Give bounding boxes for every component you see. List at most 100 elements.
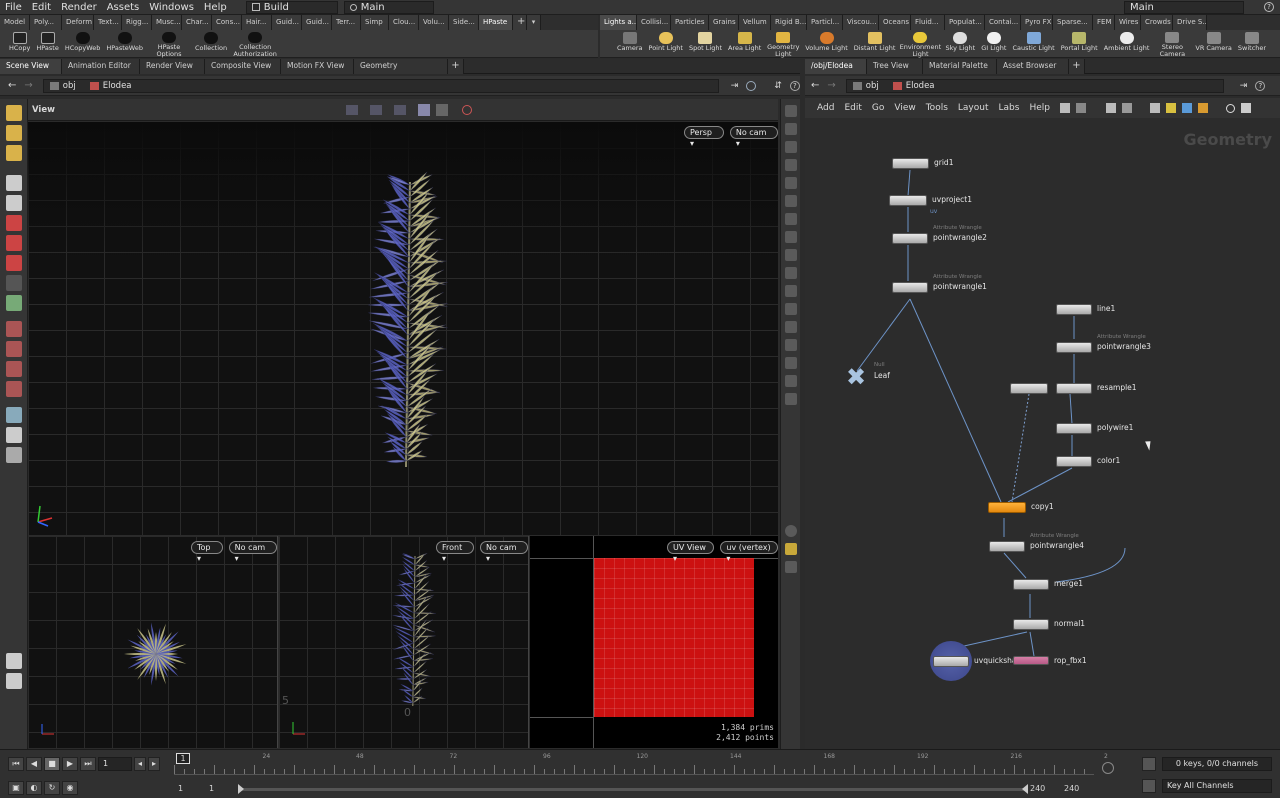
- shelf-tab-hpaste[interactable]: HPaste: [479, 15, 513, 30]
- lock-icon[interactable]: [784, 141, 797, 153]
- node-leaf-icon[interactable]: ✖: [845, 365, 867, 389]
- palette-icon[interactable]: [1197, 103, 1208, 113]
- pin-icon[interactable]: ⇥: [1240, 81, 1248, 91]
- point-icon[interactable]: [784, 285, 797, 297]
- shelf-tab[interactable]: Volu...: [419, 15, 449, 30]
- distant-light-tool[interactable]: Distant Light: [851, 30, 899, 58]
- grid-view-icon[interactable]: [1105, 103, 1116, 113]
- node-grid1[interactable]: [892, 158, 929, 169]
- tab-network[interactable]: /obj/Elodea: [805, 58, 867, 74]
- shelf-tab[interactable]: Grains: [709, 15, 739, 30]
- caustic-light-tool[interactable]: Caustic Light: [1009, 30, 1057, 58]
- ghost-icon[interactable]: [784, 213, 797, 225]
- play-forward-icon[interactable]: ▶: [62, 757, 78, 771]
- display-option-icon[interactable]: [784, 105, 797, 117]
- loop-icon[interactable]: ↻: [44, 781, 60, 795]
- menu-render[interactable]: Render: [56, 0, 102, 15]
- camera-icon[interactable]: [5, 447, 22, 463]
- shelf-tab[interactable]: Wires: [1115, 15, 1141, 30]
- tab-asset-browser[interactable]: Asset Browser: [997, 58, 1069, 74]
- menu-assets[interactable]: Assets: [102, 0, 145, 15]
- shelf-tab-lights[interactable]: Lights a...: [600, 15, 637, 30]
- shelf-tab[interactable]: Terr...: [332, 15, 361, 30]
- help-icon[interactable]: ?: [789, 80, 800, 91]
- node-polywire1[interactable]: [1056, 423, 1092, 434]
- hpasteweb-button[interactable]: HPasteWeb: [103, 30, 146, 58]
- keys-icon[interactable]: [1142, 757, 1156, 771]
- light-bulb-icon[interactable]: [784, 195, 797, 207]
- goto-start-icon[interactable]: ⏮: [8, 757, 24, 771]
- flipbook-icon[interactable]: [5, 673, 22, 689]
- menu-help[interactable]: Help: [1029, 103, 1050, 113]
- gi-light-tool[interactable]: GI Light: [978, 30, 1009, 58]
- realtime-icon[interactable]: ▣: [8, 781, 24, 795]
- desktop-selector[interactable]: Build: [245, 0, 338, 14]
- mesh-icon[interactable]: [784, 267, 797, 279]
- geometry-light-tool[interactable]: Geometry Light: [764, 30, 802, 58]
- uv-attr-button[interactable]: uv (vertex) ▾: [720, 541, 778, 563]
- snap-point-icon[interactable]: [5, 361, 22, 377]
- audio-icon[interactable]: ◐: [26, 781, 42, 795]
- point-light-tool[interactable]: Point Light: [646, 30, 686, 58]
- forward-arrow-icon[interactable]: →: [24, 80, 32, 91]
- tab-material-palette[interactable]: Material Palette: [923, 58, 997, 74]
- stereo-camera-tool[interactable]: Stereo Camera: [1152, 30, 1192, 58]
- front-viewport[interactable]: 5 0 Front ▾ No cam ▾: [279, 536, 529, 748]
- menu-file[interactable]: File: [0, 0, 27, 15]
- layout-icon[interactable]: ⇵: [774, 81, 782, 91]
- info-icon[interactable]: [784, 525, 797, 537]
- shelf-tab[interactable]: Particles: [671, 15, 709, 30]
- top-cam-button[interactable]: No cam ▾: [228, 541, 277, 563]
- node-pointwrangle1[interactable]: [892, 282, 928, 293]
- shelf-tab[interactable]: Oceans: [879, 15, 911, 30]
- shelf-tab[interactable]: Poly...: [30, 15, 62, 30]
- network-editor[interactable]: Geometry grid1 uvproject1 pointwrangle2 Att…: [805, 118, 1280, 749]
- help-icon[interactable]: ?: [1264, 2, 1274, 12]
- tab-animation-editor[interactable]: Animation Editor: [62, 58, 140, 74]
- front-button[interactable]: Front ▾: [436, 541, 475, 563]
- camera-icon[interactable]: [784, 393, 797, 405]
- no-cam-button[interactable]: No cam ▾: [729, 126, 778, 148]
- node-color1[interactable]: [1056, 456, 1092, 467]
- select-icon[interactable]: [5, 105, 22, 121]
- vr-camera-tool[interactable]: VR Camera: [1192, 30, 1235, 58]
- menu-tools[interactable]: Tools: [926, 103, 948, 113]
- shelf-tab[interactable]: Side...: [449, 15, 479, 30]
- view-tool-icon[interactable]: [5, 407, 22, 423]
- tab-render-view[interactable]: Render View: [140, 58, 205, 74]
- switcher-tool[interactable]: Switcher: [1235, 30, 1269, 58]
- light-icon[interactable]: [784, 159, 797, 171]
- shelf-tab[interactable]: Guid...: [272, 15, 302, 30]
- path-obj[interactable]: obj: [866, 80, 879, 92]
- tab-motion-fx-view[interactable]: Motion FX View: [281, 58, 354, 74]
- shelf-tab[interactable]: Hair...: [242, 15, 272, 30]
- handle-icon[interactable]: [5, 275, 22, 291]
- rotate-icon[interactable]: [5, 235, 22, 251]
- keyframe-icon[interactable]: ◉: [62, 781, 78, 795]
- menu-go[interactable]: Go: [872, 103, 884, 113]
- perspective-viewport[interactable]: Persp ▾ No cam ▾: [28, 122, 778, 535]
- front-cam-button[interactable]: No cam ▾: [480, 541, 528, 563]
- shelf-tab[interactable]: Drive S...: [1173, 15, 1207, 30]
- shelf-tab[interactable]: Musc...: [152, 15, 182, 30]
- shelf-tab[interactable]: Particl...: [807, 15, 843, 30]
- shelf-tab[interactable]: Collisi...: [637, 15, 671, 30]
- collection-button[interactable]: Collection: [192, 30, 230, 58]
- node-uvproject1[interactable]: [889, 195, 927, 206]
- menu-labs[interactable]: Labs: [999, 103, 1020, 113]
- help-icon[interactable]: ?: [1255, 80, 1266, 91]
- shelf-tab[interactable]: Populat...: [945, 15, 985, 30]
- tab-tree-view[interactable]: Tree View: [867, 58, 923, 74]
- spot-light-tool[interactable]: Spot Light: [686, 30, 725, 58]
- add-shelf-tab-icon[interactable]: +: [513, 15, 527, 30]
- shelf-tab[interactable]: Rigg...: [122, 15, 152, 30]
- record-icon[interactable]: [462, 104, 472, 115]
- add-tab-icon[interactable]: +: [448, 58, 464, 74]
- path-elodea[interactable]: Elodea: [906, 80, 935, 92]
- node-copy1[interactable]: [988, 502, 1026, 513]
- sticky-note-icon[interactable]: [1165, 103, 1176, 113]
- list-view-icon[interactable]: [1121, 103, 1132, 113]
- display-option-icon[interactable]: [784, 123, 797, 135]
- shelf-tab[interactable]: Guid...: [302, 15, 332, 30]
- node-resample-alt[interactable]: [1010, 383, 1048, 394]
